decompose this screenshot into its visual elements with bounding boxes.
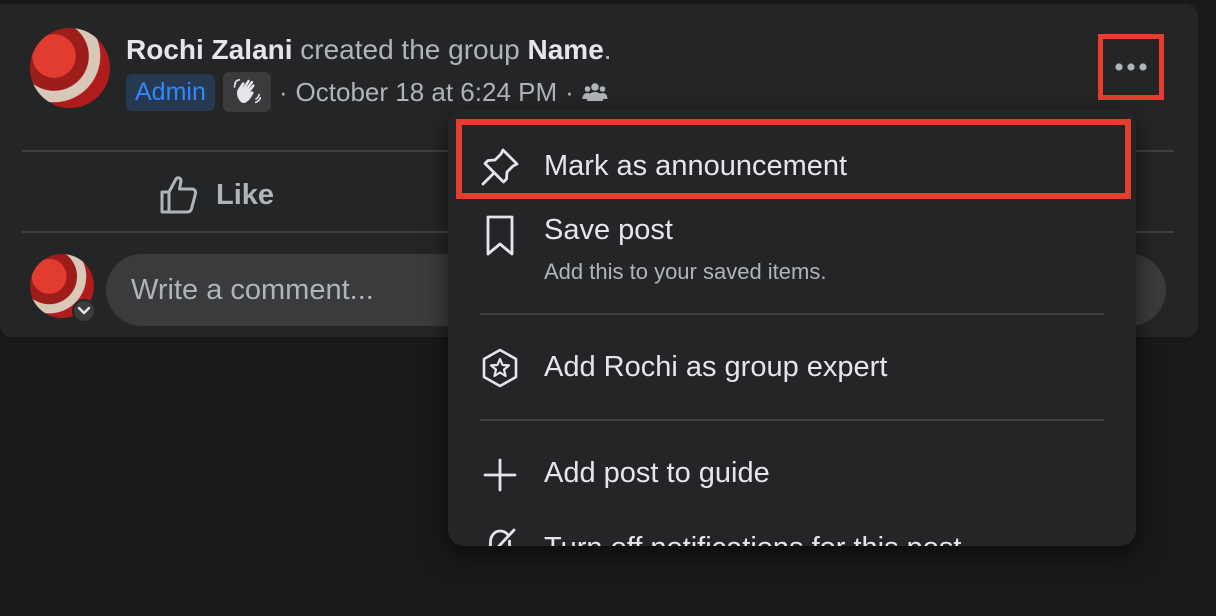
pin-icon (480, 147, 520, 187)
more-options-button[interactable] (1098, 34, 1164, 100)
menu-item-add-post-to-guide[interactable]: Add post to guide (448, 438, 1136, 510)
group-privacy-icon[interactable] (582, 79, 608, 105)
menu-separator (480, 419, 1104, 421)
bell-off-icon (480, 524, 520, 546)
menu-item-save-post[interactable]: Save post Add this to your saved items. (448, 210, 1136, 300)
author-avatar[interactable] (30, 28, 110, 108)
menu-item-label: Add Rochi as group expert (544, 351, 888, 383)
more-options-icon (1114, 62, 1148, 72)
like-label: Like (216, 178, 275, 211)
post-timestamp[interactable]: October 18 at 6:24 PM (296, 77, 558, 108)
plus-icon (480, 455, 520, 495)
like-button[interactable]: Like (158, 174, 274, 216)
menu-item-add-group-expert[interactable]: Add Rochi as group expert (448, 332, 1136, 404)
menu-item-label: Turn off notifications for this post (544, 532, 961, 546)
post-header-text: Rochi Zalani created the group Name. (126, 34, 612, 66)
thumbs-up-icon (158, 174, 200, 216)
menu-item-label: Add post to guide (544, 457, 770, 489)
star-badge-icon (480, 348, 520, 388)
menu-item-sublabel: Add this to your saved items. (544, 259, 827, 284)
chevron-down-icon (77, 306, 91, 316)
meta-separator: · (278, 76, 288, 107)
avatar-menu-toggle[interactable] (72, 299, 96, 323)
menu-item-turn-off-notifications[interactable]: Turn off notifications for this post (448, 516, 1136, 546)
menu-separator (480, 313, 1104, 315)
admin-badge: Admin (126, 73, 215, 111)
comment-placeholder: Write a comment... (131, 273, 374, 306)
post-options-menu: Mark as announcement Save post Add this … (448, 110, 1136, 546)
post-meta: Admin · October 18 at 6:24 PM · (126, 72, 608, 112)
post-action-text: created the group (292, 34, 528, 65)
author-name[interactable]: Rochi Zalani (126, 34, 292, 65)
bookmark-icon (480, 215, 520, 256)
menu-item-label: Mark as announcement (544, 150, 848, 182)
waving-hand-icon (222, 72, 271, 112)
group-name-link[interactable]: Name (528, 34, 604, 65)
menu-item-mark-as-announcement[interactable]: Mark as announcement (448, 128, 1136, 208)
post-period: . (603, 34, 612, 65)
menu-item-label: Save post (544, 214, 673, 246)
meta-separator: · (565, 76, 574, 107)
